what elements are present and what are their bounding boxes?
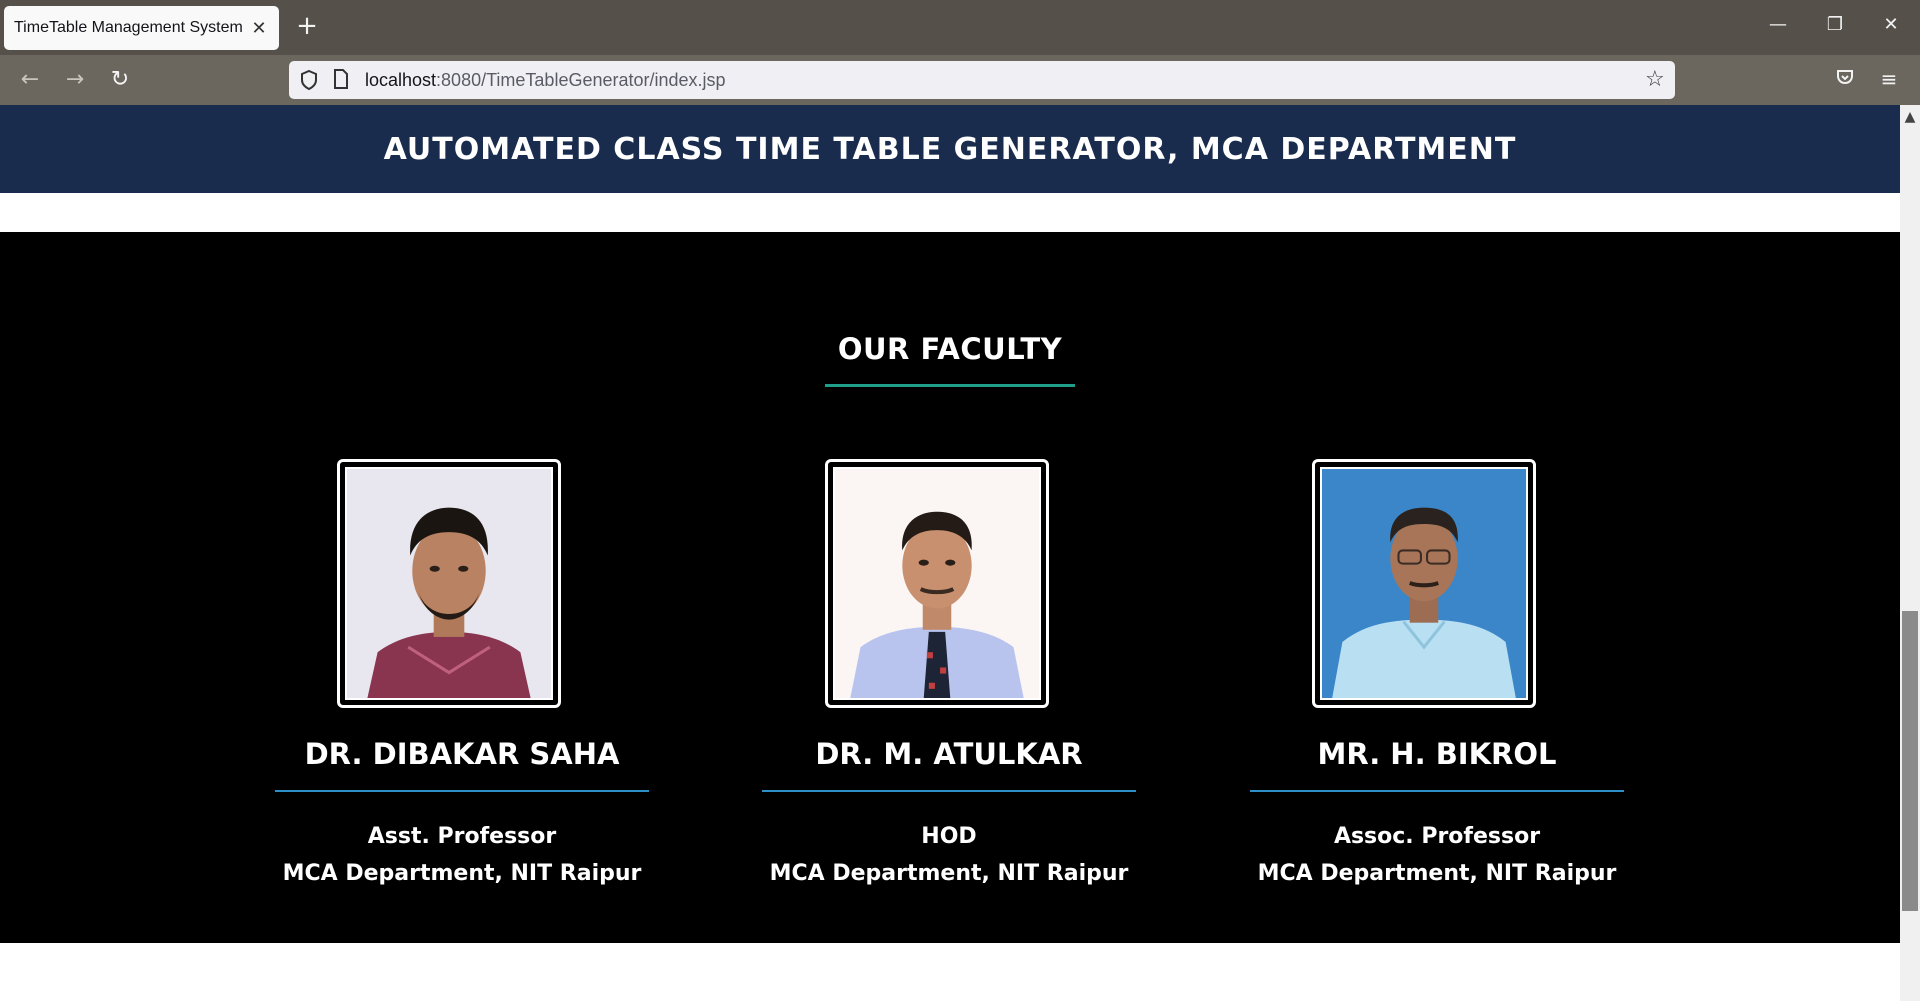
back-icon[interactable]: ← — [15, 67, 45, 93]
url-text[interactable]: localhost:8080/TimeTableGenerator/index.… — [365, 70, 726, 91]
page-scrollbar[interactable]: ▲ — [1900, 105, 1920, 1001]
faculty-photo — [337, 459, 561, 708]
url-path: :8080/TimeTableGenerator/index.jsp — [436, 70, 726, 90]
faculty-department: MCA Department, NIT Raipur — [769, 861, 1129, 886]
url-host: localhost — [365, 70, 437, 90]
faculty-department: MCA Department, NIT Raipur — [282, 861, 642, 886]
new-tab-button[interactable]: + — [292, 12, 322, 42]
close-window-icon[interactable]: ✕ — [1876, 14, 1906, 35]
faculty-role: Asst. Professor — [367, 824, 557, 849]
star-icon[interactable]: ☆ — [1645, 67, 1665, 92]
forward-icon[interactable]: → — [60, 67, 90, 93]
pocket-icon[interactable] — [1830, 67, 1860, 92]
faculty-section: OUR FACULTY DR. DIBAKAR SAHA Asst. Profe… — [0, 232, 1900, 943]
section-heading: OUR FACULTY — [837, 332, 1063, 366]
menu-icon[interactable]: ≡ — [1874, 67, 1904, 91]
faculty-role: HOD — [921, 824, 977, 849]
faculty-name: DR. DIBAKAR SAHA — [304, 737, 620, 771]
faculty-photo — [825, 459, 1049, 708]
page-icon — [333, 69, 349, 94]
browser-tab-bar: TimeTable Management System ✕ + — ❐ ✕ — [0, 0, 1920, 55]
name-divider — [762, 790, 1136, 792]
page-viewport: AUTOMATED CLASS TIME TABLE GENERATOR, MC… — [0, 105, 1900, 1001]
minimize-icon[interactable]: — — [1763, 14, 1793, 35]
address-bar[interactable]: localhost:8080/TimeTableGenerator/index.… — [289, 61, 1675, 99]
faculty-role: Assoc. Professor — [1333, 824, 1541, 849]
reload-icon[interactable]: ↻ — [105, 67, 135, 93]
name-divider — [1250, 790, 1624, 792]
section-underline — [825, 384, 1075, 387]
faculty-name: MR. H. BIKROL — [1317, 737, 1557, 771]
name-divider — [275, 790, 649, 792]
faculty-photo — [1312, 459, 1536, 708]
scroll-up-icon[interactable]: ▲ — [1900, 107, 1920, 127]
scrollbar-thumb[interactable] — [1902, 611, 1918, 911]
site-header: AUTOMATED CLASS TIME TABLE GENERATOR, MC… — [0, 105, 1900, 193]
shield-icon[interactable] — [299, 69, 319, 96]
tab-title: TimeTable Management System — [14, 19, 243, 36]
faculty-name: DR. M. ATULKAR — [815, 737, 1083, 771]
site-title: AUTOMATED CLASS TIME TABLE GENERATOR, MC… — [383, 131, 1517, 167]
tab-close-icon[interactable]: ✕ — [249, 18, 269, 39]
browser-tab[interactable]: TimeTable Management System ✕ — [4, 6, 279, 50]
faculty-department: MCA Department, NIT Raipur — [1257, 861, 1617, 886]
restore-icon[interactable]: ❐ — [1820, 14, 1850, 35]
